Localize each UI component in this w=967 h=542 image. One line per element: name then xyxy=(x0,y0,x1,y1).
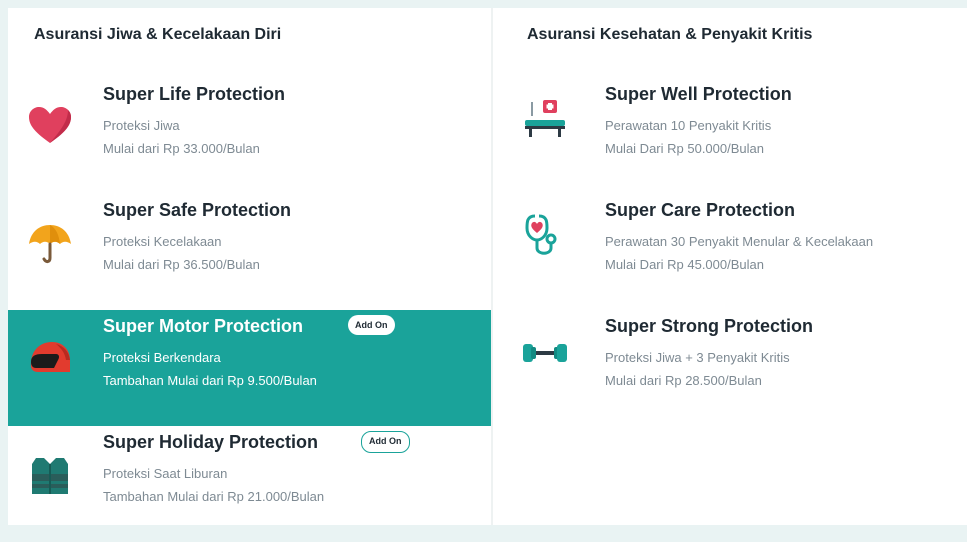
product-super-safe[interactable]: Super Safe Protection Proteksi Kecelakaa… xyxy=(8,194,491,310)
product-name: Super Care Protection xyxy=(605,200,796,220)
product-coverage: Proteksi Berkendara xyxy=(103,350,221,365)
product-super-life[interactable]: Super Life Protection Proteksi Jiwa Mula… xyxy=(8,78,491,194)
product-coverage: Perawatan 30 Penyakit Menular & Kecelaka… xyxy=(605,234,874,249)
product-super-well[interactable]: Super Well Protection Perawatan 10 Penya… xyxy=(493,78,967,194)
product-name: Super Motor Protection xyxy=(103,316,304,336)
insurance-products-panel: Asuransi Jiwa & Kecelakaan Diri Super Li… xyxy=(8,8,967,525)
hospital-bed-icon xyxy=(525,100,565,137)
add-on-badge: Add On xyxy=(348,315,395,335)
product-price: Tambahan Mulai dari Rp 9.500/Bulan xyxy=(103,373,317,388)
product-coverage: Proteksi Jiwa xyxy=(103,118,180,133)
dumbbell-icon xyxy=(523,344,567,362)
helmet-icon xyxy=(30,342,70,372)
product-price: Mulai dari Rp 33.000/Bulan xyxy=(103,141,260,156)
heart-icon xyxy=(29,107,71,143)
product-super-strong[interactable]: Super Strong Protection Proteksi Jiwa + … xyxy=(493,310,967,426)
product-coverage: Perawatan 10 Penyakit Kritis xyxy=(605,118,772,133)
product-price: Tambahan Mulai dari Rp 21.000/Bulan xyxy=(103,489,325,504)
stethoscope-icon xyxy=(525,214,557,255)
life-accident-column: Asuransi Jiwa & Kecelakaan Diri Super Li… xyxy=(8,8,491,525)
product-name: Super Safe Protection xyxy=(103,200,292,220)
life-vest-icon xyxy=(32,458,68,494)
column-title: Asuransi Jiwa & Kecelakaan Diri xyxy=(34,26,282,43)
product-price: Mulai dari Rp 36.500/Bulan xyxy=(103,257,260,272)
product-price: Mulai Dari Rp 45.000/Bulan xyxy=(605,257,764,272)
product-coverage: Proteksi Kecelakaan xyxy=(103,234,222,249)
umbrella-icon xyxy=(29,225,71,263)
product-price: Mulai Dari Rp 50.000/Bulan xyxy=(605,141,764,156)
product-name: Super Strong Protection xyxy=(605,316,814,336)
product-price: Mulai dari Rp 28.500/Bulan xyxy=(605,373,762,388)
product-super-motor[interactable]: Super Motor Protection Add On Proteksi B… xyxy=(8,310,491,426)
health-critical-column: Asuransi Kesehatan & Penyakit Kritis Sup… xyxy=(493,8,967,525)
product-name: Super Holiday Protection xyxy=(103,432,319,452)
product-name: Super Life Protection xyxy=(103,84,286,104)
column-title: Asuransi Kesehatan & Penyakit Kritis xyxy=(527,26,813,43)
add-on-badge: Add On xyxy=(361,431,410,453)
product-super-care[interactable]: Super Care Protection Perawatan 30 Penya… xyxy=(493,194,967,310)
product-name: Super Well Protection xyxy=(605,84,792,104)
product-coverage: Proteksi Saat Liburan xyxy=(103,466,228,481)
product-coverage: Proteksi Jiwa + 3 Penyakit Kritis xyxy=(605,350,790,365)
